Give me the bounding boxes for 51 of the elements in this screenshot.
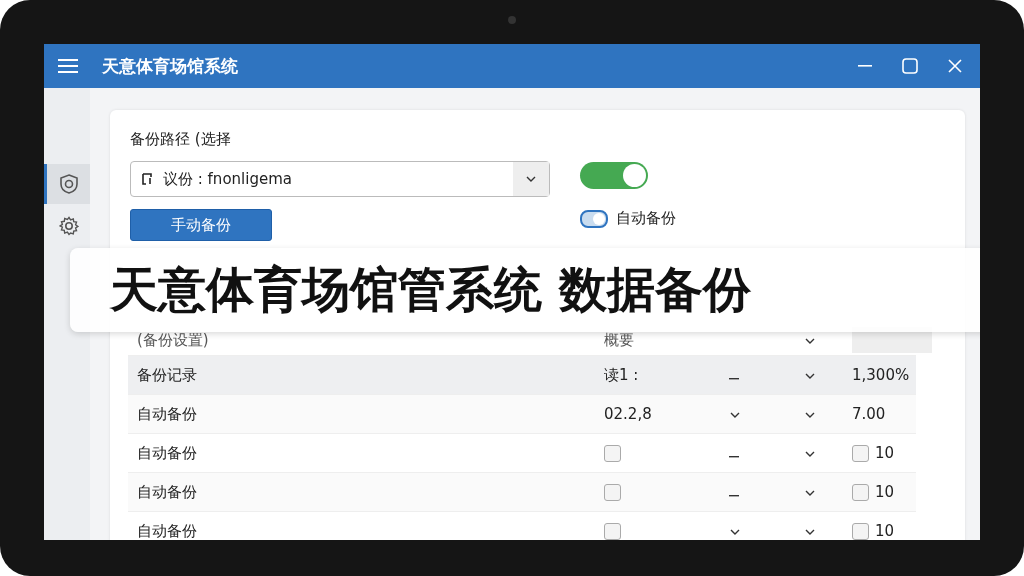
path-dropdown[interactable]: 议份 : fnonligema: [130, 161, 550, 197]
menu-icon[interactable]: [58, 59, 78, 73]
table-cell: 读1 :: [604, 365, 639, 385]
chevron-down-icon[interactable]: [804, 450, 816, 458]
table-header: (备份设置): [137, 330, 210, 350]
window-title: 天意体育场馆系统: [102, 54, 238, 78]
chevron-down-icon[interactable]: [804, 489, 816, 497]
sidebar-item[interactable]: [44, 164, 90, 204]
chevron-down-icon[interactable]: [804, 337, 816, 345]
table-row[interactable]: 自动备份 02.2,8 7.00: [128, 395, 916, 434]
table-cell: 7.00: [852, 405, 886, 423]
checkbox[interactable]: [604, 444, 621, 462]
table-cell: 10: [875, 522, 895, 540]
maximize-icon[interactable]: [902, 58, 918, 74]
camera-icon: [508, 16, 516, 24]
table-cell: 10: [875, 444, 895, 462]
table-row[interactable]: 自动备份 10: [128, 512, 916, 540]
dash-icon: [729, 495, 739, 497]
chevron-down-icon[interactable]: [525, 175, 537, 183]
table-row[interactable]: 备份记录 读1 : 1,300%: [128, 356, 916, 395]
table-header: 概要: [604, 330, 635, 350]
dash-icon: [729, 456, 739, 458]
field-label: 备份路径 (选择: [130, 130, 232, 149]
checkbox[interactable]: [852, 444, 869, 462]
table-cell: 10: [875, 483, 895, 501]
table-cell-text: 备份记录: [137, 365, 198, 385]
table-cell-text: 自动备份: [137, 404, 198, 424]
dash-icon: [729, 378, 739, 380]
manual-backup-button[interactable]: 手动备份: [130, 209, 272, 241]
table-row[interactable]: 自动备份 10: [128, 473, 916, 512]
settings-icon: [57, 215, 80, 237]
checkbox[interactable]: [604, 522, 621, 540]
chevron-down-icon[interactable]: [804, 528, 816, 536]
table-cell: 1,300%: [852, 366, 910, 384]
chevron-down-icon[interactable]: [729, 411, 741, 419]
table-cell-text: 自动备份: [137, 521, 198, 540]
toggle-label: 自动备份: [616, 209, 676, 228]
chevron-down-icon[interactable]: [804, 411, 816, 419]
table-cell: 02.2,8: [604, 405, 652, 423]
toggle-switch[interactable]: [580, 162, 648, 189]
close-icon[interactable]: [948, 59, 962, 73]
table-cell-text: 自动备份: [137, 443, 198, 463]
checkbox[interactable]: [604, 483, 621, 501]
table-cell-text: 自动备份: [137, 482, 198, 502]
toggle-switch[interactable]: [580, 209, 608, 228]
banner-title: 天意体育场馆管系统 数据备份: [110, 260, 751, 319]
chevron-down-icon[interactable]: [729, 528, 741, 536]
checkbox[interactable]: [852, 483, 869, 501]
checkbox[interactable]: [852, 522, 869, 540]
chevron-down-icon[interactable]: [804, 372, 816, 380]
shield-icon: [57, 173, 80, 195]
